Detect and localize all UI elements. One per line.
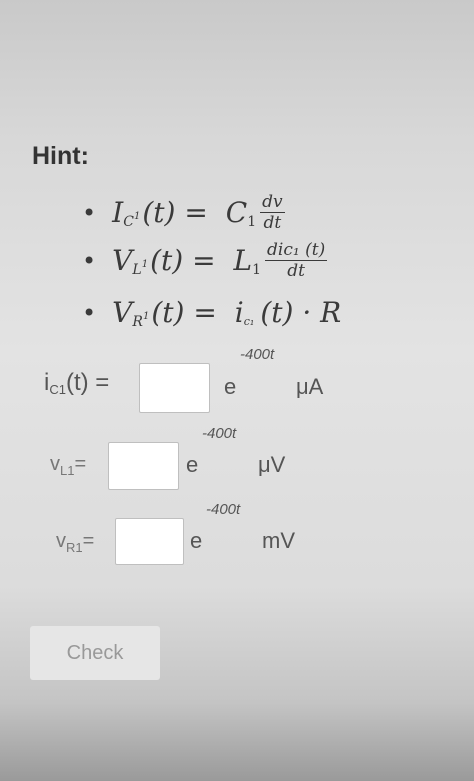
ic1-input[interactable]	[139, 363, 210, 413]
bullet-icon: •	[82, 246, 97, 275]
formula-lhs-sub: L	[132, 261, 142, 278]
vr1-unit: mV	[262, 528, 295, 553]
formula-lhs-sub2: 1	[133, 211, 141, 222]
ic1-label: i C1 (t) =	[44, 369, 109, 397]
formula-resistor-voltage: • VR1 (t) = i c₁ (t) · R	[82, 296, 342, 330]
formula-lhs-sub: R	[132, 313, 143, 330]
ic1-exp-base: e	[224, 374, 237, 399]
fraction-numerator: dv	[260, 192, 285, 213]
vl1-unit: μV	[258, 452, 286, 477]
check-button[interactable]: Check	[30, 626, 160, 680]
vl1-exp-base: e	[186, 452, 199, 477]
bullet-icon: •	[82, 298, 97, 327]
label-sub: L1	[60, 463, 75, 478]
vr1-input[interactable]	[115, 518, 184, 565]
vr1-label: v R1 =	[56, 530, 95, 555]
formula-lhs-sub2: 1	[141, 259, 149, 270]
hint-title: Hint:	[32, 142, 89, 170]
formula-tail: (t) · R	[260, 296, 342, 329]
formula-lhs: V	[112, 296, 133, 329]
vl1-input[interactable]	[108, 442, 179, 490]
label-tail: =	[82, 530, 95, 552]
formula-arg: (t) =	[150, 244, 216, 277]
vl1-label: v L1 =	[50, 453, 87, 478]
ic1-exponent: -400t	[240, 346, 275, 363]
formula-arg: (t) =	[151, 296, 217, 329]
vl1-exponent: -400t	[202, 425, 237, 442]
formula-lhs-sub: C	[123, 213, 134, 230]
label-main: v	[56, 530, 66, 552]
formula-lhs: V	[112, 244, 133, 277]
label-main: v	[50, 453, 60, 475]
formula-rhs-sub: c₁	[243, 315, 255, 328]
fraction-numerator: dic₁ (t)	[265, 240, 328, 261]
formula-lhs-sub2: 1	[142, 311, 150, 322]
ic1-unit: μA	[296, 374, 324, 399]
label-tail: (t) =	[65, 369, 110, 396]
formula-fraction: dic₁ (t) dt	[265, 240, 328, 281]
formula-rhs: L	[233, 244, 253, 277]
formula-lhs: I	[112, 196, 124, 229]
formula-rhs-sub: 1	[252, 261, 262, 278]
formula-rhs: i	[234, 296, 244, 329]
label-sub: R1	[66, 540, 83, 555]
fraction-denominator: dt	[287, 261, 305, 281]
formula-capacitor-current: • IC1 (t) = C1 dv dt	[82, 192, 285, 233]
formula-arg: (t) =	[142, 196, 208, 229]
formula-rhs: C	[225, 196, 248, 229]
label-tail: =	[74, 453, 87, 475]
formula-fraction: dv dt	[260, 192, 285, 233]
label-sub: C1	[49, 381, 66, 397]
vr1-exponent: -400t	[206, 501, 241, 518]
question-panel: Hint: • IC1 (t) = C1 dv dt • VL1 (t) = L…	[0, 0, 474, 781]
vr1-exp-base: e	[190, 528, 203, 553]
formula-inductor-voltage: • VL1 (t) = L1 dic₁ (t) dt	[82, 240, 328, 281]
fraction-denominator: dt	[263, 213, 282, 233]
bullet-icon: •	[82, 198, 97, 227]
formula-rhs-sub: 1	[247, 213, 257, 230]
